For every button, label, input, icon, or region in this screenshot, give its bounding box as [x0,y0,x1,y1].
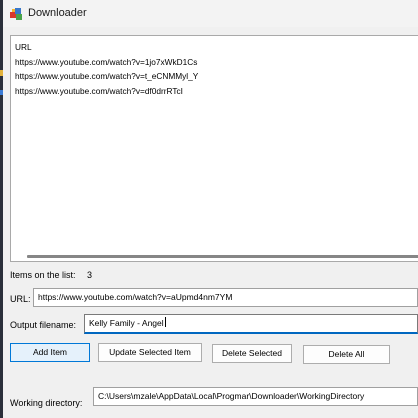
output-filename-value: Kelly Family - Angel [89,318,164,328]
url-list-line: https://www.youtube.com/watch?v=df0drrRT… [15,85,183,96]
delete-selected-button[interactable]: Delete Selected [212,344,292,363]
url-list-lines: URL https://www.youtube.com/watch?v=1jo7x… [15,40,198,98]
downloader-window: Downloader URL https://www.youtube.com/wa… [0,0,418,418]
url-list-line: https://www.youtube.com/watch?v=1jo7xWkD… [15,56,198,67]
url-list-textarea[interactable]: URL https://www.youtube.com/watch?v=1jo7x… [10,35,418,262]
output-filename-label: Output filename: [10,320,77,330]
url-field-label: URL: [10,294,31,304]
url-input[interactable]: https://www.youtube.com/watch?v=aUpmd4nm… [33,288,418,307]
working-directory-label: Working directory: [10,398,83,408]
scrollbar-thumb[interactable] [27,255,418,258]
desktop-icon-fragment [0,90,3,95]
url-input-value: https://www.youtube.com/watch?v=aUpmd4nm… [38,292,233,302]
desktop-background-strip [0,0,3,418]
add-item-button[interactable]: Add Item [10,343,90,362]
items-count-value: 3 [87,270,93,280]
window-title: Downloader [28,7,87,19]
working-directory-input[interactable]: C:\Users\mzale\AppData\Local\Progmar\Dow… [93,387,418,406]
delete-all-button[interactable]: Delete All [303,345,390,364]
items-count-label: Items on the list: [10,270,76,280]
working-directory-value: C:\Users\mzale\AppData\Local\Progmar\Dow… [98,391,365,401]
horizontal-scrollbar[interactable] [11,252,418,261]
output-filename-input[interactable]: Kelly Family - Angel [84,314,418,334]
app-icon [10,8,22,20]
update-selected-item-button[interactable]: Update Selected Item [98,343,202,362]
title-bar[interactable]: Downloader [3,0,418,27]
url-list-line: URL [15,42,32,52]
url-list-line: https://www.youtube.com/watch?v=t_eCNMMy… [15,71,199,82]
text-caret [164,317,166,327]
desktop-icon-fragment [0,70,3,76]
